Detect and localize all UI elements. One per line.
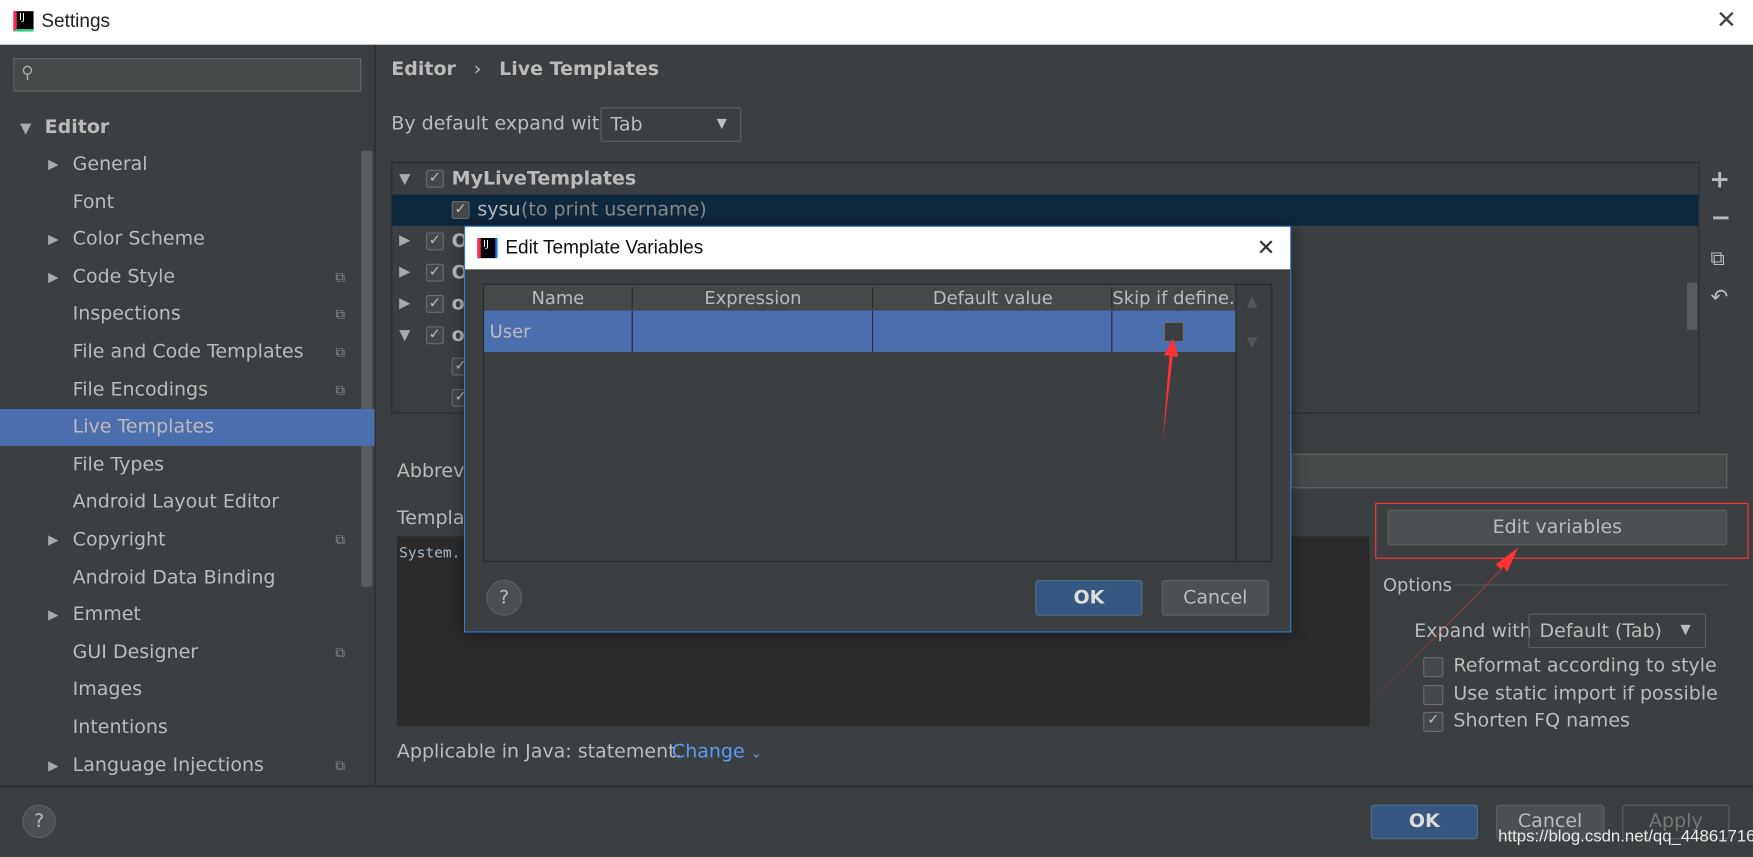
annotation-arrows xyxy=(1162,338,1519,734)
red-arrow-icon xyxy=(1162,338,1179,442)
red-arrow-icon xyxy=(1341,547,1519,734)
